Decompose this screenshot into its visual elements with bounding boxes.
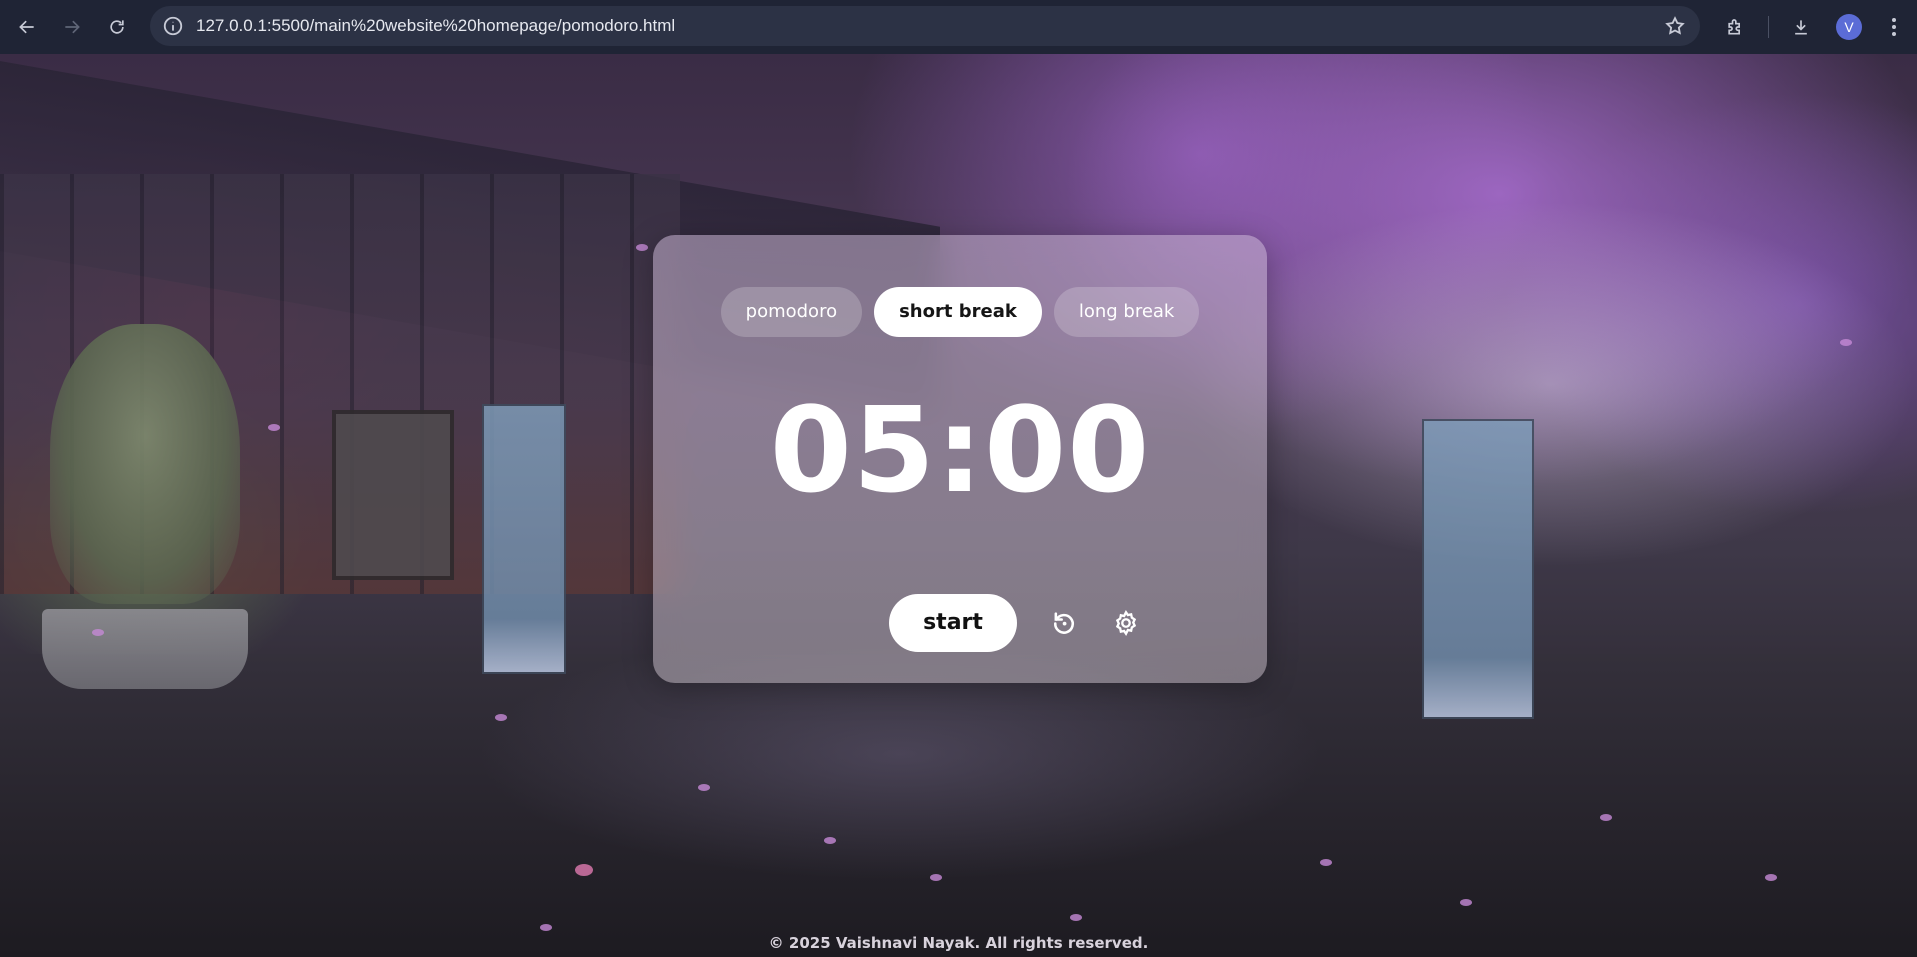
reset-icon[interactable] xyxy=(1049,608,1079,638)
timer-display: 05:00 xyxy=(769,381,1151,519)
petal xyxy=(824,837,836,844)
petal xyxy=(268,424,280,431)
reload-icon[interactable] xyxy=(100,10,134,44)
street-ground xyxy=(0,654,1917,957)
cafe-banner-left xyxy=(482,404,566,674)
cafe-banner-right xyxy=(1422,419,1534,719)
petal xyxy=(495,714,507,721)
tab-long-break[interactable]: long break xyxy=(1053,287,1200,337)
petal xyxy=(636,244,648,251)
forward-arrow-icon[interactable] xyxy=(55,10,89,44)
tab-short-break[interactable]: short break xyxy=(874,287,1042,337)
start-button[interactable]: start xyxy=(889,594,1017,652)
profile-avatar[interactable]: V xyxy=(1836,14,1862,40)
petal xyxy=(698,784,710,791)
petal xyxy=(1840,339,1852,346)
mode-tabs: pomodoro short break long break xyxy=(653,287,1267,337)
petal xyxy=(1320,859,1332,866)
petal xyxy=(1600,814,1612,821)
timer-card: pomodoro short break long break 05:00 st… xyxy=(653,235,1267,683)
star-icon[interactable] xyxy=(1664,15,1686,37)
petal xyxy=(92,629,104,636)
back-arrow-icon[interactable] xyxy=(10,10,44,44)
toolbar-divider xyxy=(1768,16,1769,38)
download-icon[interactable] xyxy=(1784,10,1818,44)
petal xyxy=(930,874,942,881)
timer-controls: start xyxy=(653,594,1267,652)
topiary-plant xyxy=(50,324,240,604)
gear-icon[interactable] xyxy=(1111,608,1141,638)
tab-pomodoro[interactable]: pomodoro xyxy=(720,287,863,337)
footer-copyright: © 2025 Vaishnavi Nayak. All rights reser… xyxy=(768,934,1149,952)
address-bar[interactable]: 127.0.0.1:5500/main%20website%20homepage… xyxy=(150,6,1700,46)
petal xyxy=(1765,874,1777,881)
petal xyxy=(540,924,552,931)
petal xyxy=(1460,899,1472,906)
kebab-menu-icon[interactable] xyxy=(1884,14,1904,40)
petal xyxy=(1070,914,1082,921)
info-icon[interactable] xyxy=(162,15,184,37)
menu-board xyxy=(332,410,454,580)
puzzle-icon[interactable] xyxy=(1718,10,1752,44)
petal xyxy=(575,864,593,876)
url-text[interactable]: 127.0.0.1:5500/main%20website%20homepage… xyxy=(196,6,675,46)
plant-pot xyxy=(42,609,248,689)
browser-toolbar: 127.0.0.1:5500/main%20website%20homepage… xyxy=(0,0,1917,54)
